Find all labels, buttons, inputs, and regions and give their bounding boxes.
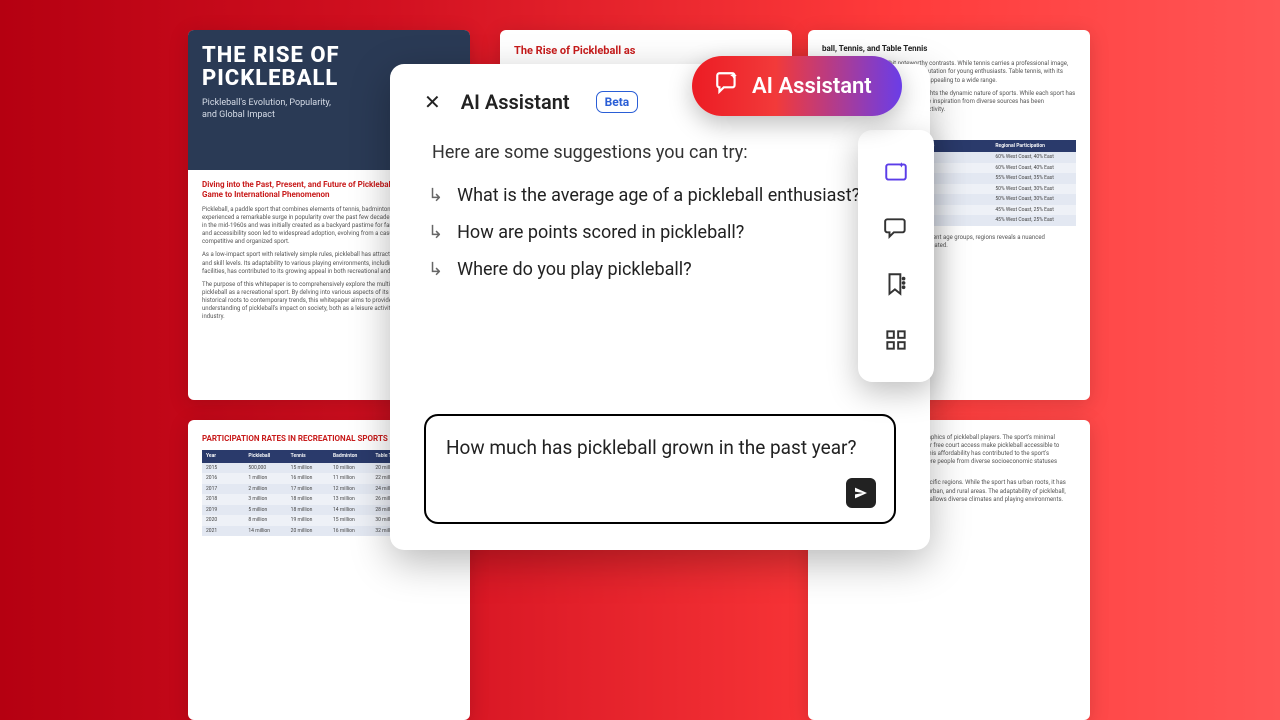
- reply-arrow-icon: ↳: [428, 222, 443, 243]
- side-toolbar: [858, 130, 934, 382]
- ai-assistant-button[interactable]: AI Assistant: [692, 56, 902, 116]
- suggestion-text: What is the average age of a pickleball …: [457, 185, 860, 206]
- chat-icon: [883, 215, 909, 241]
- doc-hero-subtitle: Pickleball's Evolution, Popularity, and …: [202, 98, 342, 121]
- suggestions-list: ↳ What is the average age of a picklebal…: [428, 185, 896, 280]
- reply-arrow-icon: ↳: [428, 185, 443, 206]
- reply-arrow-icon: ↳: [428, 259, 443, 280]
- suggestions-label: Here are some suggestions you can try:: [432, 142, 896, 163]
- bookmark-icon: [883, 271, 909, 297]
- sparkle-card-icon: [883, 159, 909, 185]
- grid-icon: [883, 327, 909, 353]
- ai-assistant-label: AI Assistant: [752, 74, 872, 99]
- sparkle-chat-icon: [714, 70, 740, 102]
- panel-title: AI Assistant: [461, 90, 570, 114]
- suggestion-item[interactable]: ↳ How are points scored in pickleball?: [428, 222, 896, 243]
- suggestion-item[interactable]: ↳ Where do you play pickleball?: [428, 259, 896, 280]
- ai-assistant-panel: ✕ AI Assistant Beta Here are some sugges…: [390, 64, 930, 550]
- close-icon[interactable]: ✕: [424, 90, 441, 114]
- suggestion-item[interactable]: ↳ What is the average age of a picklebal…: [428, 185, 896, 206]
- chat-input-box[interactable]: How much has pickleball grown in the pas…: [424, 414, 896, 524]
- send-button[interactable]: [846, 478, 876, 508]
- toolbar-chat[interactable]: [882, 214, 910, 242]
- suggestion-text: How are points scored in pickleball?: [457, 222, 744, 243]
- send-icon: [853, 485, 869, 501]
- chat-input-text[interactable]: How much has pickleball grown in the pas…: [446, 436, 876, 466]
- beta-badge: Beta: [596, 91, 639, 113]
- doc-title: ball, Tennis, and Table Tennis: [822, 44, 1076, 54]
- suggestion-text: Where do you play pickleball?: [457, 259, 692, 280]
- toolbar-ai-sparkle[interactable]: [882, 158, 910, 186]
- toolbar-bookmark[interactable]: [882, 270, 910, 298]
- toolbar-grid[interactable]: [882, 326, 910, 354]
